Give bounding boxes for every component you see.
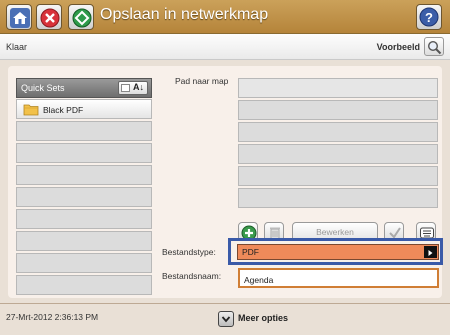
help-button[interactable]: ?: [416, 4, 442, 30]
more-options-button[interactable]: [218, 311, 234, 327]
footer-divider: [0, 303, 450, 304]
more-options-label[interactable]: Meer opties: [238, 313, 288, 323]
start-icon: [72, 8, 92, 28]
quick-set-item[interactable]: [16, 143, 152, 163]
start-button[interactable]: [68, 4, 94, 30]
folder-path-row[interactable]: [238, 188, 438, 208]
folder-path-row[interactable]: [238, 122, 438, 142]
quick-set-item[interactable]: [16, 121, 152, 141]
quick-set-label: Black PDF: [43, 105, 84, 115]
home-icon: [10, 8, 30, 28]
stop-button[interactable]: [36, 4, 62, 30]
page-title: Opslaan in netwerkmap: [100, 6, 269, 23]
title-bar: Opslaan in netwerkmap ?: [0, 0, 450, 34]
status-strip: Klaar Voorbeeld: [0, 34, 450, 60]
stop-icon: [40, 8, 60, 28]
quick-set-item[interactable]: [16, 187, 152, 207]
quick-set-item[interactable]: [16, 165, 152, 185]
folder-path-row[interactable]: [238, 100, 438, 120]
preview-label[interactable]: Voorbeeld: [377, 42, 420, 52]
folder-path-row[interactable]: [238, 166, 438, 186]
help-icon: ?: [419, 7, 439, 27]
file-name-input[interactable]: [240, 272, 437, 288]
quick-set-item[interactable]: [16, 231, 152, 251]
quick-sets-title: Quick Sets: [21, 83, 65, 93]
file-type-value: PDF: [242, 247, 259, 257]
chevron-down-icon: [221, 316, 231, 323]
quick-sets-header: Quick Sets A↓: [16, 78, 152, 98]
status-text: Klaar: [6, 42, 28, 52]
folder-icon: [23, 104, 39, 116]
svg-text:?: ?: [425, 10, 433, 25]
magnifier-icon: [427, 40, 442, 55]
quick-set-item[interactable]: [16, 253, 152, 273]
folder-path-row[interactable]: [238, 78, 438, 98]
sort-icon: A↓: [133, 82, 144, 92]
quick-set-item[interactable]: Black PDF: [16, 99, 152, 119]
preview-button[interactable]: [424, 37, 444, 56]
file-type-select[interactable]: PDF: [237, 244, 439, 260]
chevron-right-icon: [424, 246, 437, 258]
sort-checkbox[interactable]: [121, 84, 130, 92]
folder-path-label: Pad naar map: [175, 76, 229, 86]
home-button[interactable]: [6, 4, 32, 30]
folder-path-row[interactable]: [238, 144, 438, 164]
quick-set-item[interactable]: [16, 275, 152, 295]
timestamp: 27-Mrt-2012 2:36:13 PM: [6, 312, 99, 322]
file-type-label: Bestandstype:: [162, 247, 216, 257]
sort-button[interactable]: A↓: [118, 81, 148, 95]
file-name-label: Bestandsnaam:: [162, 271, 222, 281]
quick-set-item[interactable]: [16, 209, 152, 229]
file-name-field[interactable]: [238, 268, 439, 288]
